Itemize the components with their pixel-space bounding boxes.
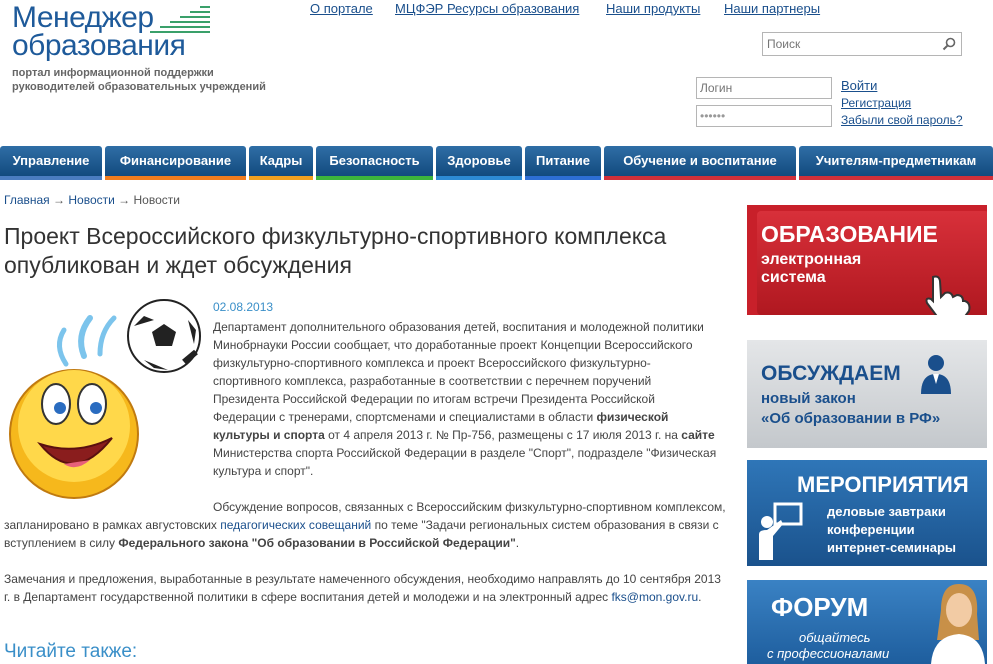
nav-item-management[interactable]: Управление [0, 146, 102, 176]
article-date: 02.08.2013 [213, 300, 274, 314]
p2-text-d: . [515, 536, 520, 550]
article-paragraph-3: Замечания и предложения, выработанные в … [4, 570, 726, 606]
nav-underline-health [436, 176, 522, 180]
nav-item-safety[interactable]: Безопасность [316, 146, 433, 176]
nav-underline-management [0, 176, 102, 180]
p1-text-c: от 4 апреля 2013 г. № Пр-756, размещены … [324, 428, 682, 442]
search-box [762, 32, 962, 56]
banner-education-sub1: электронная [761, 251, 862, 268]
password-input[interactable] [696, 105, 832, 127]
login-button[interactable]: Войти [841, 78, 877, 93]
toplink-about[interactable]: О портале [310, 1, 373, 16]
banner-forum-title: ФОРУМ [771, 592, 869, 622]
p1-text-a: Департамент дополнительного образования … [213, 320, 704, 424]
banner-discuss-sub1: новый закон [761, 390, 856, 407]
banner-events-sub1: деловые завтраки [827, 504, 946, 519]
banner-events[interactable]: МЕРОПРИЯТИЯ деловые завтраки конференции… [747, 460, 987, 566]
banner-events-sub2: конференции [827, 522, 915, 537]
tagline-line2: руководителей образовательных учреждений [12, 81, 266, 93]
search-input[interactable] [763, 33, 947, 55]
banner-discuss-sub2: «Об образовании в РФ» [761, 410, 941, 427]
p1-text-e: Министерства спорта Российской Федерации… [213, 446, 717, 478]
hand-cursor-icon [925, 275, 971, 315]
banner-education-title: ОБРАЗОВАНИЕ [761, 221, 938, 247]
banner-events-sub3: интернет-семинары [827, 540, 957, 555]
toplink-partners[interactable]: Наши партнеры [724, 1, 820, 16]
logo-stripes-icon [150, 6, 210, 33]
p1-bold-site: сайте [681, 428, 715, 442]
nav-item-finance[interactable]: Финансирование [105, 146, 246, 176]
person-icon [921, 355, 951, 394]
forgot-password-link[interactable]: Забыли свой пароль? [841, 113, 963, 127]
ped-meetings-link[interactable]: педагогических совещаний [220, 518, 371, 532]
logo-tagline: портал информационной поддержки руководи… [12, 66, 266, 94]
nav-item-staff[interactable]: Кадры [249, 146, 313, 176]
breadcrumb-home[interactable]: Главная [4, 193, 50, 207]
breadcrumb-arrow: → [118, 193, 131, 207]
page-title: Проект Всероссийского физкультурно-спорт… [4, 223, 667, 278]
nav-underline-education [604, 176, 796, 180]
login-input[interactable] [696, 77, 832, 99]
woman-photo-icon [931, 584, 985, 664]
main-nav: Управление Финансирование Кадры Безопасн… [0, 146, 993, 180]
breadcrumb-current: Новости [133, 193, 180, 207]
banner-discuss-law[interactable]: ОБСУЖДАЕМ новый закон «Об образовании в … [747, 340, 987, 448]
banner-discuss-title: ОБСУЖДАЕМ [761, 362, 901, 385]
toplink-products[interactable]: Наши продукты [606, 1, 700, 16]
read-also-heading: Читайте также: [4, 641, 138, 662]
lecturer-icon [759, 502, 803, 560]
nav-item-health[interactable]: Здоровье [436, 146, 522, 176]
tagline-line1: портал информационной поддержки [12, 67, 214, 79]
search-icon[interactable] [941, 36, 957, 52]
nav-underline-finance [105, 176, 246, 180]
nav-item-teachers[interactable]: Учителям-предметникам [799, 146, 993, 176]
banner-events-title: МЕРОПРИЯТИЯ [797, 472, 969, 497]
banner-education-system[interactable]: ОБРАЗОВАНИЕ электронная система [747, 205, 987, 315]
nav-underline-teachers [799, 176, 993, 180]
register-link[interactable]: Регистрация [841, 96, 911, 110]
nav-underline-staff [249, 176, 313, 180]
p3-text-b: . [698, 590, 702, 604]
banner-forum-sub2: с профессионалами [767, 646, 890, 661]
banner-forum[interactable]: ФОРУМ общайтесь с профессионалами [747, 580, 987, 664]
breadcrumb-news[interactable]: Новости [68, 193, 114, 207]
banner-forum-sub1: общайтесь [799, 630, 871, 645]
logo-title-line2[interactable]: образования [12, 30, 186, 62]
nav-item-food[interactable]: Питание [525, 146, 601, 176]
banner-education-sub2: система [761, 269, 826, 286]
article-paragraph-1: Департамент дополнительного образования … [213, 318, 718, 480]
breadcrumb-arrow: → [53, 193, 66, 207]
smiley-football-icon [9, 299, 201, 499]
breadcrumb: Главная → Новости → Новости [4, 193, 180, 207]
nav-item-education[interactable]: Обучение и воспитание [604, 146, 796, 176]
p2-bold-law: Федерального закона "Об образовании в Ро… [118, 536, 516, 550]
nav-underline-safety [316, 176, 433, 180]
article-paragraph-2: Обсуждение вопросов, связанных с Всеросс… [4, 498, 726, 552]
nav-underline-food [525, 176, 601, 180]
email-link[interactable]: fks@mon.gov.ru [611, 590, 698, 604]
toplink-resources[interactable]: МЦФЭР Ресурсы образования [395, 1, 579, 16]
